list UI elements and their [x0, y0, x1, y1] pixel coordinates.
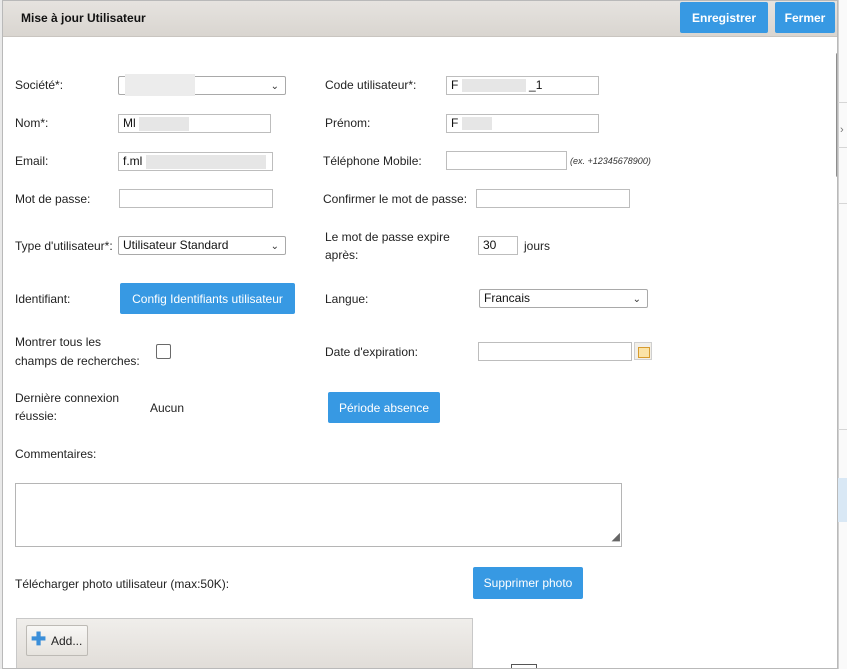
redacted-value [461, 79, 526, 93]
email-input[interactable]: f.ml [118, 152, 273, 171]
last-login-label-2: réussie: [15, 409, 58, 423]
password-expires-unit: jours [524, 239, 551, 253]
show-all-fields-label-2: champs de recherches: [15, 354, 140, 368]
background-chevron-icon: › [840, 124, 844, 136]
last-name-input[interactable]: Ml [118, 114, 271, 133]
background-divider [838, 203, 847, 204]
photo-upload-area: ✚ Add... [16, 618, 473, 668]
user-code-label: Code utilisateur*: [325, 78, 417, 92]
plus-icon: ✚ [31, 629, 47, 649]
expiration-date-input[interactable] [478, 342, 632, 361]
background-divider [838, 147, 847, 148]
chevron-down-icon: ⌄ [632, 294, 641, 305]
user-type-value: Utilisateur Standard [123, 238, 229, 252]
last-name-value: Ml [123, 116, 136, 130]
mobile-input[interactable] [446, 151, 567, 170]
user-code-suffix: _1 [529, 78, 543, 92]
add-button-label: Add... [51, 634, 83, 648]
chevron-down-icon: ⌄ [270, 81, 279, 92]
comments-textarea[interactable]: ◢ [15, 483, 622, 547]
calendar-icon[interactable] [634, 342, 652, 360]
add-photo-button[interactable]: ✚ Add... [26, 625, 88, 656]
user-code-input[interactable]: F _1 [446, 76, 599, 95]
mobile-label: Téléphone Mobile: [323, 154, 422, 168]
last-login-value: Aucun [150, 401, 185, 415]
photo-label: Télécharger photo utilisateur (max:50K): [15, 577, 230, 591]
update-user-dialog: Mise à jour Utilisateur Enregistrer Ferm… [2, 0, 838, 669]
chevron-down-icon: ⌄ [270, 241, 279, 252]
company-select[interactable]: ⌄ [118, 74, 286, 96]
background-page [838, 0, 847, 669]
confirm-password-input[interactable] [476, 189, 630, 208]
last-name-label: Nom*: [15, 116, 49, 130]
dialog-title: Mise à jour Utilisateur [21, 11, 146, 25]
redacted-value [125, 74, 195, 96]
redacted-value [145, 154, 266, 169]
last-login-label: Dernière connexion [15, 391, 120, 405]
partial-checkbox[interactable] [511, 664, 537, 668]
background-selected-row [838, 478, 847, 522]
language-label: Langue: [325, 292, 369, 306]
config-identifiers-button[interactable]: Config Identifiants utilisateur [120, 283, 295, 314]
mobile-hint: (ex. +12345678900) [570, 156, 651, 166]
close-button[interactable]: Fermer [775, 2, 835, 33]
absence-period-button[interactable]: Période absence [328, 392, 440, 423]
expiration-date-label: Date d'expiration: [325, 345, 419, 359]
confirm-password-label: Confirmer le mot de passe: [323, 192, 468, 206]
background-divider [838, 429, 847, 430]
user-code-value: F [451, 78, 459, 92]
password-expires-input[interactable]: 30 [478, 236, 518, 255]
scrollbar-thumb[interactable] [836, 53, 837, 177]
company-label: Société*: [15, 78, 64, 92]
background-divider [838, 102, 847, 103]
language-value: Francais [484, 291, 531, 305]
first-name-input[interactable]: F [446, 114, 599, 133]
password-label: Mot de passe: [15, 192, 91, 206]
redacted-value [139, 116, 190, 131]
resize-grip-icon[interactable]: ◢ [604, 529, 620, 545]
language-select[interactable]: Francais ⌄ [479, 289, 648, 308]
delete-photo-button[interactable]: Supprimer photo [473, 567, 583, 599]
show-all-fields-checkbox[interactable] [156, 344, 171, 359]
user-type-select[interactable]: Utilisateur Standard ⌄ [118, 236, 286, 255]
password-expires-label-2: après: [325, 248, 359, 262]
email-label: Email: [15, 154, 49, 168]
redacted-value [461, 117, 492, 131]
dialog-titlebar: Mise à jour Utilisateur Enregistrer Ferm… [3, 1, 837, 37]
password-expires-label: Le mot de passe expire [325, 230, 450, 244]
password-input[interactable] [119, 189, 273, 208]
user-type-label: Type d'utilisateur*: [15, 239, 113, 253]
first-name-label: Prénom: [325, 116, 371, 130]
first-name-value: F [451, 116, 459, 130]
comments-label: Commentaires: [15, 447, 97, 461]
save-button[interactable]: Enregistrer [680, 2, 768, 33]
email-value: f.ml [123, 154, 143, 168]
show-all-fields-label: Montrer tous les [15, 335, 102, 349]
identifier-label: Identifiant: [15, 292, 71, 306]
